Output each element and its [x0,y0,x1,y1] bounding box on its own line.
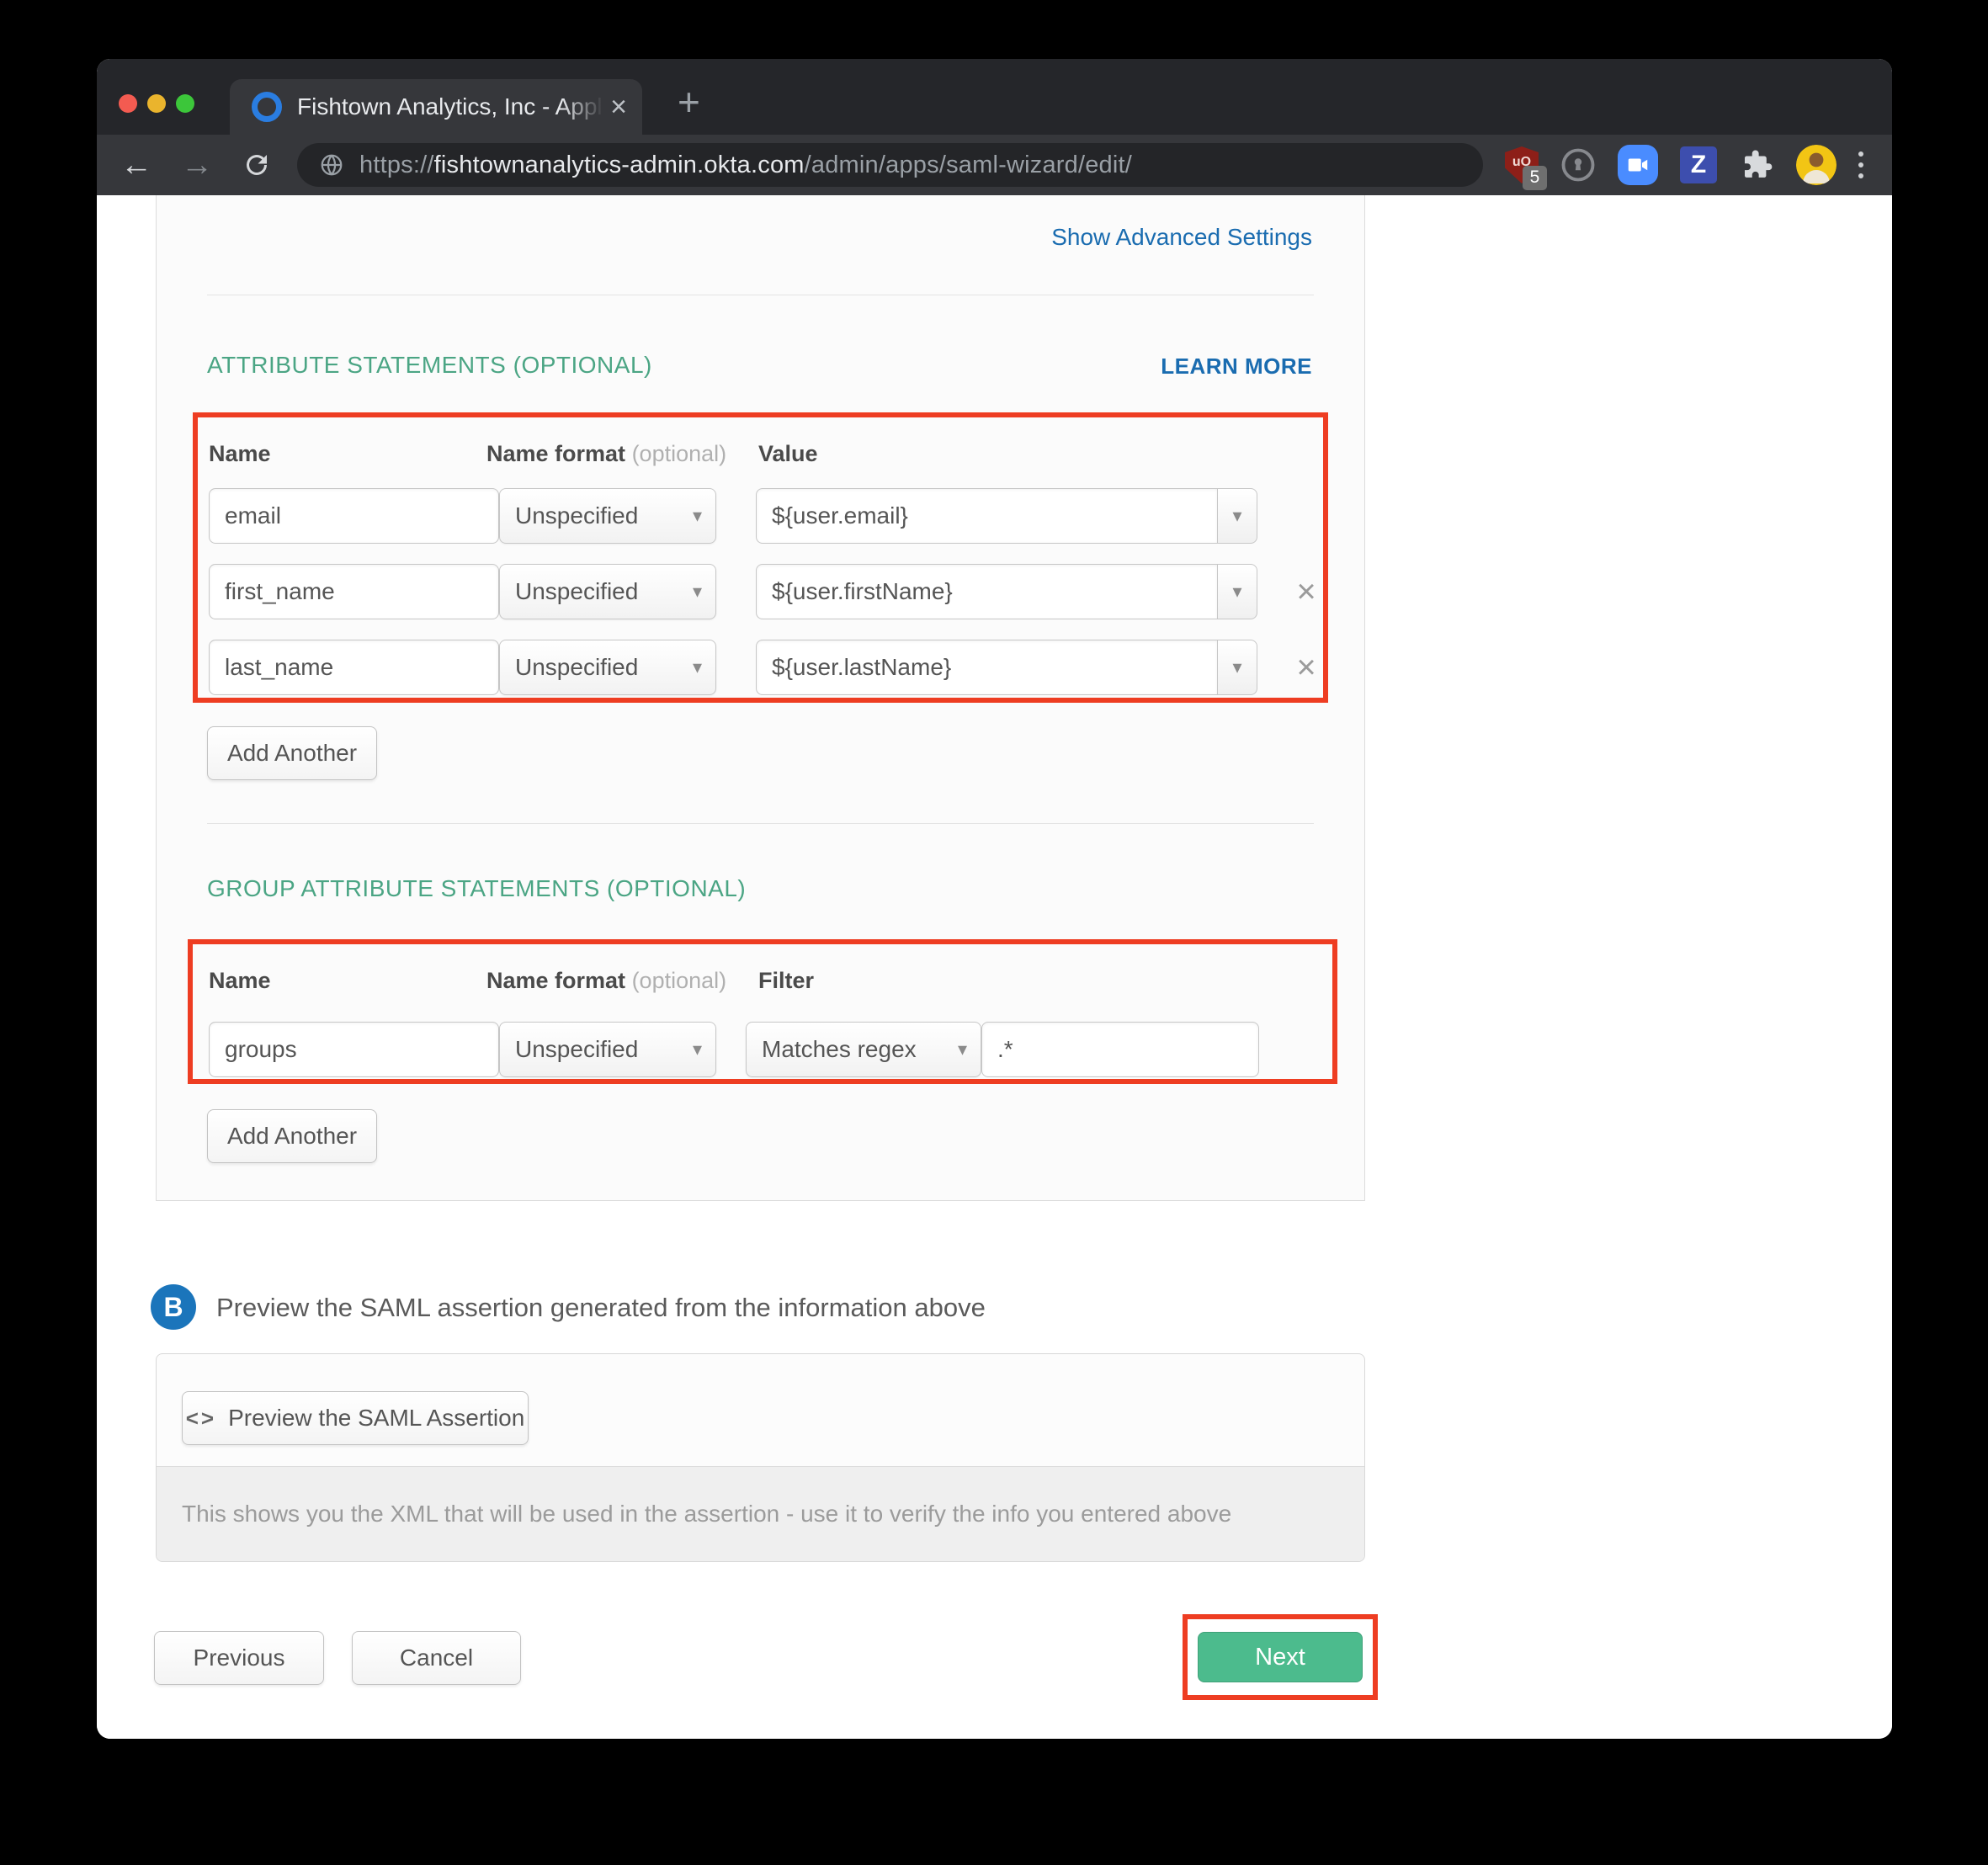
column-header-name: Name [209,441,271,467]
step-b-badge: B [151,1284,196,1330]
preview-panel-top: <> Preview the SAML Assertion [157,1354,1364,1466]
reload-button[interactable] [242,150,272,180]
attribute-value-input[interactable] [756,488,1217,544]
group-attribute-name-input[interactable] [209,1022,499,1077]
attribute-statements-heading: ATTRIBUTE STATEMENTS (OPTIONAL) [207,352,652,379]
add-another-group-attribute-button[interactable]: Add Another [207,1109,377,1163]
ublock-extension-icon[interactable]: uO 5 [1505,146,1539,183]
new-tab-button[interactable]: + [678,82,700,121]
attribute-name-input[interactable] [209,640,499,695]
chevron-down-icon: ▾ [958,1039,967,1060]
chevron-down-icon: ▾ [1232,581,1241,603]
browser-tab[interactable]: Fishtown Analytics, Inc - Applic × [230,79,642,135]
column-header-value: Value [758,441,818,467]
extensions-puzzle-icon[interactable] [1739,147,1774,183]
tab-title: Fishtown Analytics, Inc - Applic [297,93,603,120]
group-attribute-statements-heading: GROUP ATTRIBUTE STATEMENTS (OPTIONAL) [207,875,746,902]
back-button[interactable]: ← [120,149,152,181]
minimize-window-button[interactable] [147,94,166,113]
group-filter-type-select[interactable]: Matches regex▾ [746,1022,981,1077]
attribute-value-input[interactable] [756,564,1217,619]
close-window-button[interactable] [119,94,137,113]
attribute-value-combo[interactable]: ▾ [756,564,1257,619]
chevron-down-icon: ▾ [693,656,702,678]
column-header-name: Name [209,968,271,994]
url-host: fishtownanalytics-admin.okta.com [434,151,805,178]
fullscreen-window-button[interactable] [176,94,194,113]
site-info-icon[interactable] [319,152,344,178]
attribute-value-combo[interactable]: ▾ [756,640,1257,695]
preview-saml-assertion-button[interactable]: <> Preview the SAML Assertion [182,1391,529,1445]
browser-window: Fishtown Analytics, Inc - Applic × + ← →… [97,59,1892,1739]
annotation-box-next-button: Next [1183,1614,1378,1700]
add-another-attribute-button[interactable]: Add Another [207,726,377,780]
reload-icon [242,150,272,180]
optional-label: (optional) [632,968,727,993]
onepassword-extension-icon[interactable] [1560,147,1596,183]
value-dropdown-button[interactable]: ▾ [1217,488,1257,544]
column-header-name-format: Name format (optional) [486,968,726,994]
value-dropdown-button[interactable]: ▾ [1217,640,1257,695]
optional-label: (optional) [632,441,727,466]
page-content: Show Advanced Settings ATTRIBUTE STATEME… [97,195,1892,1739]
video-camera-icon [1625,152,1650,178]
previous-button[interactable]: Previous [154,1631,324,1685]
chevron-down-icon: ▾ [1232,505,1241,527]
puzzle-piece-icon [1739,147,1774,183]
profile-avatar[interactable] [1796,145,1837,185]
tab-strip: Fishtown Analytics, Inc - Applic × + [97,59,1892,135]
z-extension-icon[interactable]: Z [1680,146,1717,183]
address-bar[interactable]: https://fishtownanalytics-admin.okta.com… [297,143,1483,187]
close-tab-icon[interactable]: × [610,93,627,121]
forward-button[interactable]: → [181,149,213,181]
attribute-value-combo[interactable]: ▾ [756,488,1257,544]
url-scheme: https:// [359,151,434,178]
browser-toolbar: ← → https://fishtownanalytics-admin.okta… [97,135,1892,195]
code-icon: <> [186,1405,216,1432]
delete-row-icon[interactable]: × [1283,640,1330,695]
learn-more-link[interactable]: LEARN MORE [1161,353,1312,380]
window-controls [119,94,194,113]
cancel-button[interactable]: Cancel [352,1631,521,1685]
preview-helper-text: This shows you the XML that will be used… [157,1466,1364,1561]
chevron-down-icon: ▾ [693,1039,702,1060]
column-header-filter: Filter [758,968,814,994]
preview-assertion-panel: <> Preview the SAML Assertion This shows… [156,1353,1365,1562]
show-advanced-settings-link[interactable]: Show Advanced Settings [1051,224,1312,251]
zoom-extension-icon[interactable] [1618,145,1658,185]
attribute-value-input[interactable] [756,640,1217,695]
value-dropdown-button[interactable]: ▾ [1217,564,1257,619]
group-filter-value-input[interactable] [981,1022,1259,1077]
attribute-name-input[interactable] [209,488,499,544]
keyhole-icon [1560,147,1596,183]
saml-settings-card: Show Advanced Settings ATTRIBUTE STATEME… [156,195,1365,1201]
browser-menu-icon[interactable] [1858,151,1863,178]
preview-section-heading: Preview the SAML assertion generated fro… [216,1293,986,1323]
name-format-select[interactable]: Unspecified▾ [499,640,716,695]
chevron-down-icon: ▾ [693,505,702,527]
attribute-name-input[interactable] [209,564,499,619]
url-path: /admin/apps/saml-wizard/edit/ [805,151,1132,178]
group-name-format-select[interactable]: Unspecified▾ [499,1022,716,1077]
ublock-badge: 5 [1523,166,1547,190]
person-icon [1796,145,1837,185]
okta-favicon-icon [252,92,282,122]
next-button[interactable]: Next [1198,1632,1363,1682]
chevron-down-icon: ▾ [1232,656,1241,678]
chevron-down-icon: ▾ [693,581,702,603]
divider [207,823,1314,824]
name-format-select[interactable]: Unspecified▾ [499,488,716,544]
column-header-name-format: Name format (optional) [486,441,726,467]
name-format-select[interactable]: Unspecified▾ [499,564,716,619]
url-text: https://fishtownanalytics-admin.okta.com… [359,151,1132,179]
delete-row-icon[interactable]: × [1283,564,1330,619]
